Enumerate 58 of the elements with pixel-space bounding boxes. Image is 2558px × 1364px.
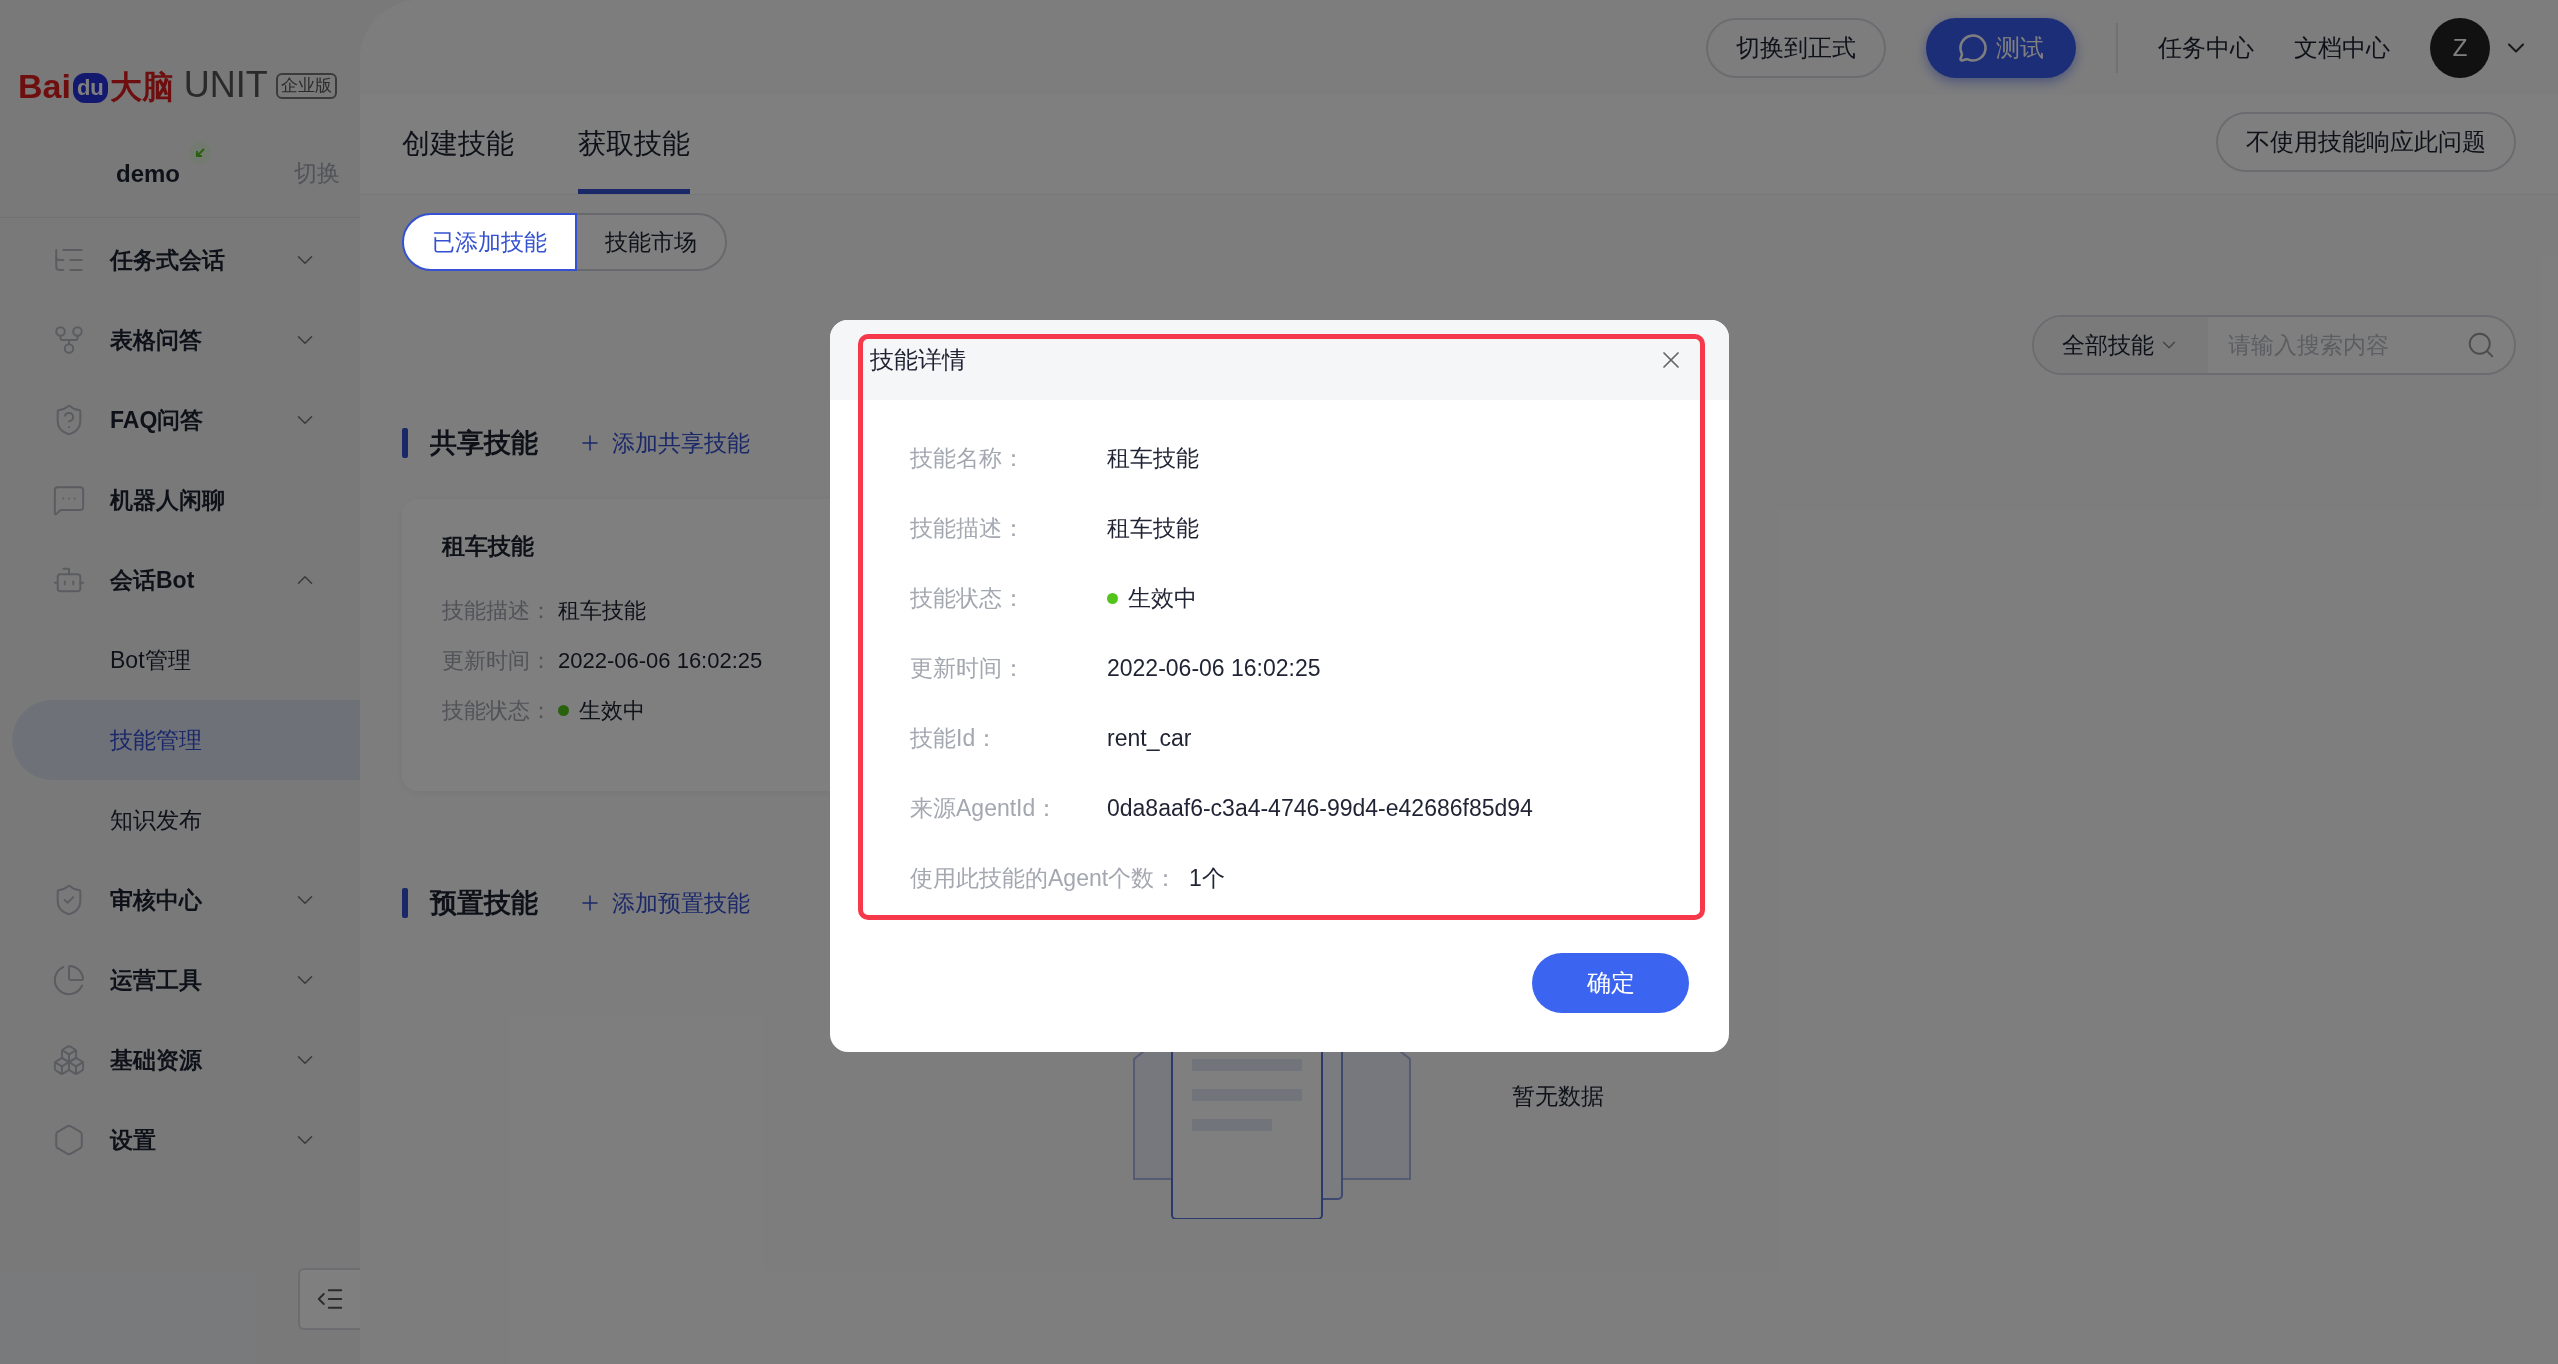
nav-item[interactable]: 表格问答	[0, 300, 360, 380]
section-title: 共享技能	[430, 426, 538, 460]
field-value: rent_car	[1107, 723, 1192, 753]
field-value: 生效中	[1128, 583, 1197, 613]
tab[interactable]: 获取技能	[578, 94, 690, 194]
pie-chart-icon	[52, 963, 86, 997]
nav-item[interactable]: 基础资源	[0, 1020, 360, 1100]
field-label: 使用此技能的Agent个数：	[910, 863, 1179, 893]
section-marker	[402, 888, 408, 918]
field-label: 来源AgentId：	[910, 793, 1060, 823]
nav-subitem[interactable]: 技能管理	[12, 700, 360, 780]
segment-tab[interactable]: 技能市场	[575, 213, 727, 271]
field-value: 2022-06-06 16:02:25	[1107, 653, 1321, 683]
empty-text: 暂无数据	[1512, 1082, 1604, 1111]
card-title: 租车技能	[442, 532, 535, 561]
header-link[interactable]: 文档中心	[2294, 29, 2390, 66]
field-value: 0da8aaf6-c3a4-4746-99d4-e42686f85d94	[1107, 793, 1533, 823]
nav-item[interactable]: 会话Bot	[0, 540, 360, 620]
field-value: 租车技能	[1107, 513, 1199, 543]
hexagon-icon	[52, 1123, 86, 1157]
add-link[interactable]: 添加预置技能	[578, 885, 750, 921]
collapse-button[interactable]	[298, 1268, 360, 1330]
nav-item[interactable]: 设置	[0, 1100, 360, 1180]
logo: Bai du 大脑 UNIT 企业版	[18, 67, 337, 103]
user-avatar[interactable]: Z	[2430, 17, 2490, 78]
field-label: 技能状态：	[910, 583, 1026, 613]
nav-item[interactable]: 机器人闲聊	[0, 460, 360, 540]
nav-subitem[interactable]: Bot管理	[12, 620, 360, 700]
chat-icon	[1958, 32, 1988, 63]
nav-item[interactable]: 任务式会话	[0, 220, 360, 300]
switch-button[interactable]: 切换到正式	[1706, 17, 1886, 78]
field-label: 技能Id：	[910, 723, 1000, 753]
chat-bubble-icon	[52, 483, 86, 517]
bot-name: demo	[116, 158, 180, 189]
field-label: 技能描述：	[910, 513, 1026, 543]
section-marker	[402, 428, 408, 458]
confirm-button[interactable]: 确定	[1532, 953, 1689, 1013]
dialog-title: 技能详情	[870, 345, 966, 375]
nav-subitem[interactable]: 知识发布	[12, 780, 360, 860]
field-value: 租车技能	[1107, 443, 1199, 473]
field-value: 2022-06-06 16:02:25	[558, 647, 763, 675]
field-label: 更新时间：	[910, 653, 1026, 683]
field-value: 生效中	[579, 697, 645, 725]
tab[interactable]: 创建技能	[402, 94, 514, 194]
field-value: 租车技能	[558, 597, 646, 625]
nav-item[interactable]: 运营工具	[0, 940, 360, 1020]
boxes-icon	[52, 1043, 86, 1077]
field-value: 1个	[1189, 863, 1225, 893]
header-link[interactable]: 任务中心	[2158, 29, 2254, 66]
no-skill-button[interactable]: 不使用技能响应此问题	[2216, 112, 2516, 172]
field-label: 技能名称：	[910, 443, 1026, 473]
test-button[interactable]: 测试	[1926, 17, 2076, 78]
fork-icon	[52, 323, 86, 357]
nav-item[interactable]: FAQ问答	[0, 380, 360, 460]
segment-tab[interactable]: 已添加技能	[402, 213, 577, 271]
nav-item[interactable]: 审核中心	[0, 860, 360, 940]
section-title: 预置技能	[430, 886, 538, 920]
add-link[interactable]: 添加共享技能	[578, 425, 750, 461]
